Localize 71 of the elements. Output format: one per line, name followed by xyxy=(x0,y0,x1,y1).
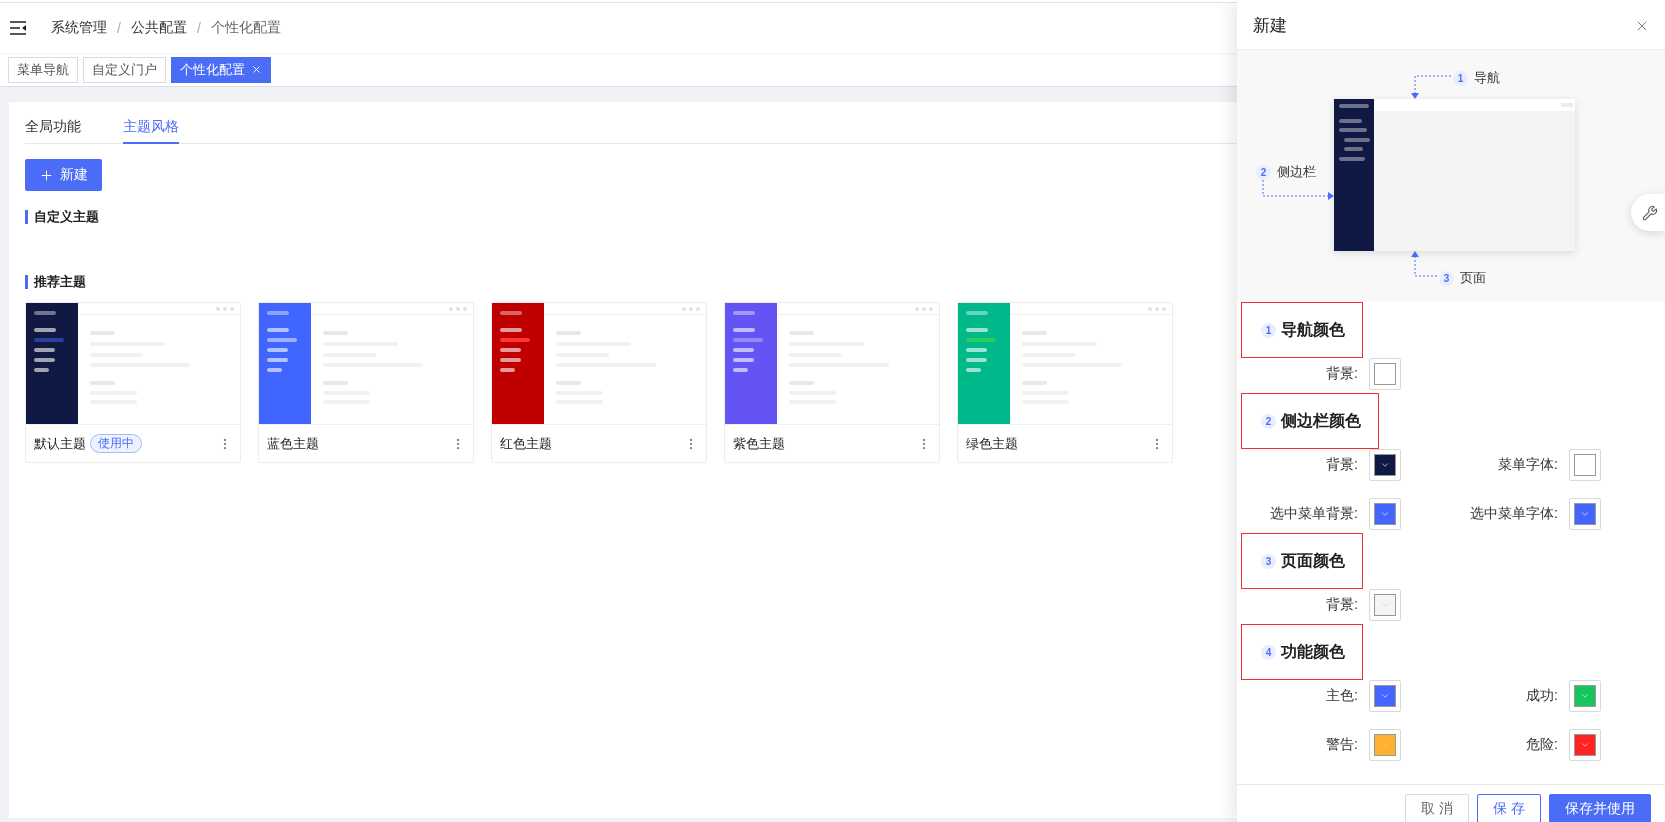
window-dots-icon xyxy=(449,306,467,311)
chevron-down-icon xyxy=(1380,460,1390,470)
page-tab[interactable]: 个性化配置 xyxy=(171,56,271,83)
step-number: 4 xyxy=(1261,644,1276,660)
breadcrumb-separator: / xyxy=(117,20,121,36)
field-label: 背景: xyxy=(1326,365,1358,383)
field-label: 背景: xyxy=(1326,456,1358,474)
breadcrumb-current: 个性化配置 xyxy=(210,19,281,37)
field-label: 警告: xyxy=(1326,736,1358,754)
page-tab[interactable]: 自定义门户 xyxy=(83,56,166,83)
window-dots-icon xyxy=(915,306,933,311)
section-heading: 页面颜色 xyxy=(1281,550,1345,571)
theme-card[interactable]: 紫色主题 xyxy=(724,302,940,463)
theme-name: 红色主题 xyxy=(500,434,552,453)
section-title: 自定义主题 xyxy=(25,210,99,224)
dashed-arrow xyxy=(1262,179,1334,200)
step-number: 1 xyxy=(1453,70,1468,86)
theme-name: 默认主题 xyxy=(34,434,86,453)
close-icon[interactable] xyxy=(251,64,262,75)
theme-name: 蓝色主题 xyxy=(267,434,319,453)
in-use-badge: 使用中 xyxy=(90,434,142,453)
step-number: 1 xyxy=(1261,322,1276,338)
section-heading: 功能颜色 xyxy=(1281,641,1345,662)
page-tab[interactable]: 菜单导航 xyxy=(8,56,78,83)
chevron-down-icon xyxy=(1380,740,1390,750)
field-label: 背景: xyxy=(1326,596,1358,614)
field-label: 主色: xyxy=(1326,687,1358,705)
new-button[interactable]: 新建 xyxy=(25,159,102,191)
callout-label: 侧边栏 xyxy=(1277,163,1316,181)
chevron-down-icon xyxy=(1580,691,1590,701)
section-heading: 侧边栏颜色 xyxy=(1281,410,1361,431)
drawer-title: 新建 xyxy=(1253,15,1287,37)
step-number: 3 xyxy=(1261,553,1276,569)
field-label: 危险: xyxy=(1526,736,1558,754)
theme-card[interactable]: 红色主题 xyxy=(491,302,707,463)
breadcrumb-separator: / xyxy=(196,20,201,36)
step-number: 3 xyxy=(1439,270,1454,286)
field-label: 选中菜单字体: xyxy=(1470,505,1558,523)
field-label: 菜单字体: xyxy=(1498,456,1558,474)
chevron-down-icon xyxy=(1380,509,1390,519)
wrench-icon xyxy=(1641,204,1658,221)
chevron-down-icon xyxy=(1380,691,1390,701)
field-label: 选中菜单背景: xyxy=(1270,505,1358,523)
dashed-arrow xyxy=(1411,251,1438,277)
theme-name: 紫色主题 xyxy=(733,434,785,453)
breadcrumb-link[interactable]: 公共配置 xyxy=(130,19,187,37)
window-dots-icon xyxy=(1148,306,1166,311)
section-heading: 导航颜色 xyxy=(1281,319,1345,340)
section-title: 推荐主题 xyxy=(25,275,86,289)
chevron-down-icon xyxy=(1580,740,1590,750)
cancel-button[interactable]: 取 消 xyxy=(1405,794,1470,822)
content-tab[interactable]: 全局功能 xyxy=(25,102,81,144)
save-button[interactable]: 保 存 xyxy=(1477,794,1541,822)
window-dots-icon xyxy=(216,306,234,311)
plus-icon xyxy=(39,167,54,183)
menu-fold-icon[interactable] xyxy=(10,21,26,35)
step-number: 2 xyxy=(1256,164,1271,180)
theme-card[interactable]: 绿色主题 xyxy=(957,302,1173,463)
dashed-arrow xyxy=(1411,75,1452,99)
callout-label: 页面 xyxy=(1460,269,1486,287)
save-and-use-button[interactable]: 保存并使用 xyxy=(1549,794,1651,822)
content-tab[interactable]: 主题风格 xyxy=(123,102,179,144)
theme-card[interactable]: 默认主题 使用中 xyxy=(25,302,241,463)
theme-name: 绿色主题 xyxy=(966,434,1018,453)
step-number: 2 xyxy=(1261,413,1276,429)
breadcrumb-link[interactable]: 系统管理 xyxy=(51,19,107,37)
field-label: 成功: xyxy=(1526,687,1558,705)
theme-card[interactable]: 蓝色主题 xyxy=(258,302,474,463)
callout-label: 导航 xyxy=(1474,69,1500,87)
window-dots-icon xyxy=(682,306,700,311)
chevron-down-icon xyxy=(1580,509,1590,519)
